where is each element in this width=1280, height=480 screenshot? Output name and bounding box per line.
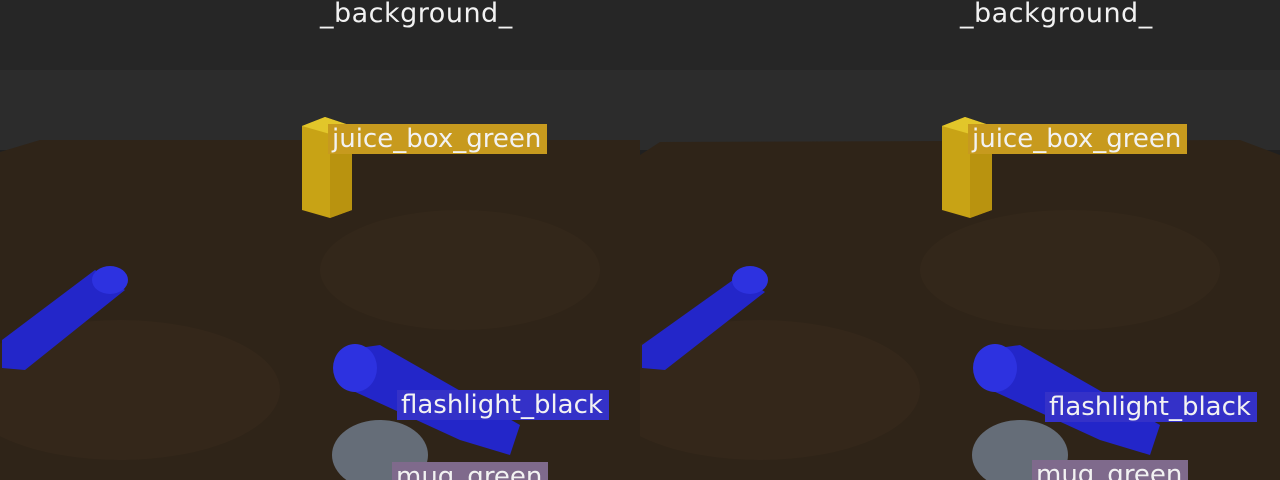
juice-box-tag: juice_box_green: [328, 124, 548, 154]
flashlight-tag: flashlight_black: [397, 390, 609, 420]
flashlight-tag: flashlight_black: [1045, 392, 1257, 422]
segmentation-viewer: _background_ juice_box_green flashlight_…: [0, 0, 1280, 480]
left-view: _background_ juice_box_green flashlight_…: [0, 0, 640, 480]
juice-box-tag: juice_box_green: [968, 124, 1188, 154]
mug-tag: mug_green: [392, 462, 549, 480]
background-label: _background_: [960, 0, 1153, 29]
wood-grain: [320, 210, 600, 330]
wood-grain: [920, 210, 1220, 330]
mug-tag: mug_green: [1032, 460, 1189, 480]
background-label: _background_: [320, 0, 513, 29]
right-view: _background_ juice_box_green flashlight_…: [640, 0, 1280, 480]
